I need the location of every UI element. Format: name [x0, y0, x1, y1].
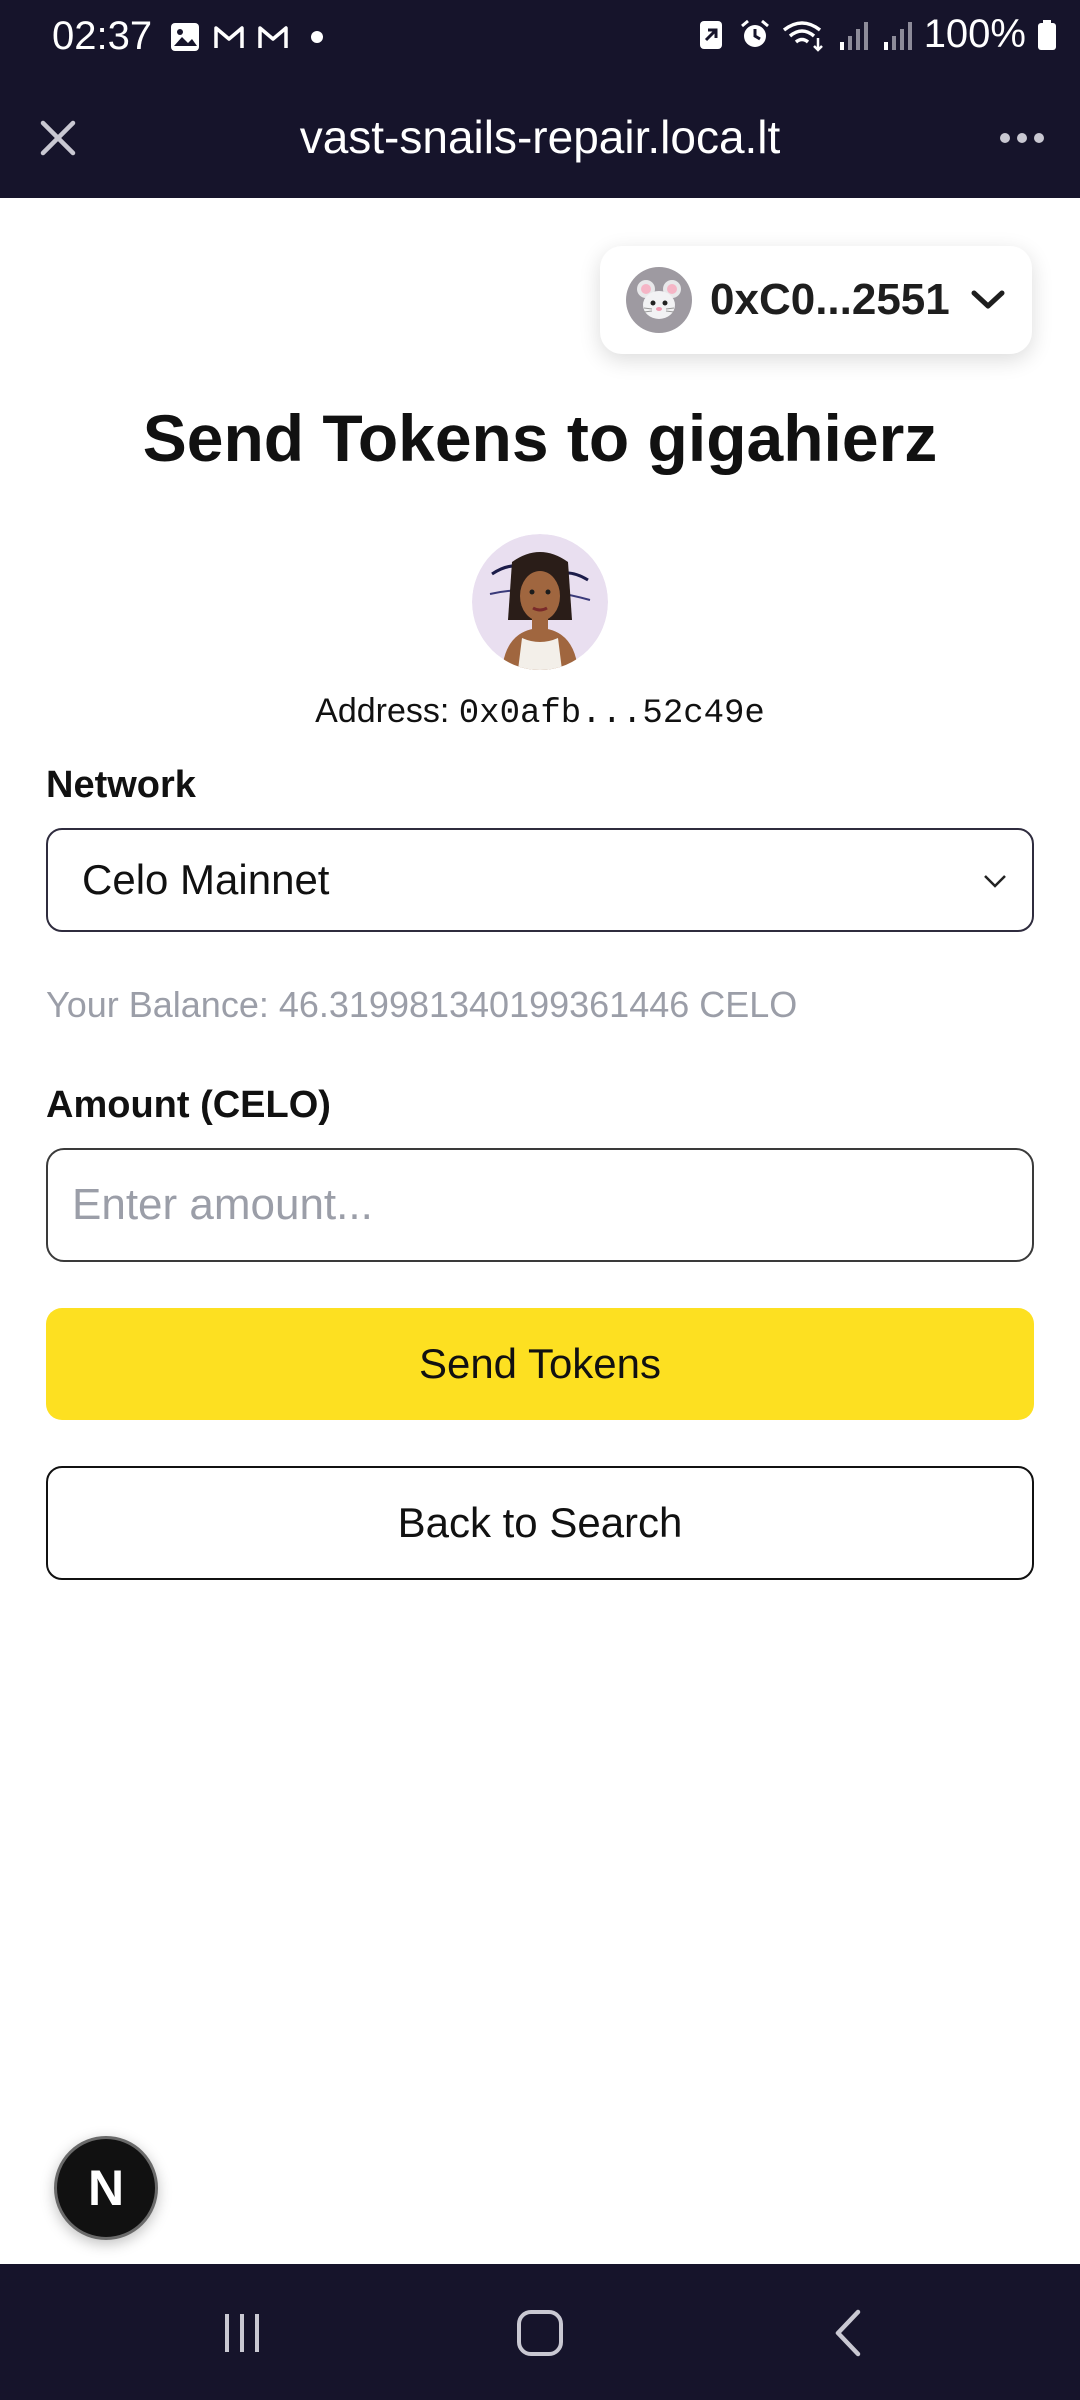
notification-icons — [168, 20, 334, 54]
wallet-address: 0xC0...2551 — [710, 275, 950, 324]
battery-percent: 100% — [923, 12, 1026, 56]
address-value: 0x0afb...52c49e — [458, 695, 765, 733]
wallet-avatar — [626, 267, 692, 333]
recipient-address: Address: 0x0afb...52c49e — [0, 692, 1080, 733]
home-icon — [517, 2310, 563, 2356]
profile-picture-icon — [472, 534, 608, 670]
back-button[interactable] — [808, 2298, 888, 2368]
wallet-account-button[interactable]: 0xC0...2551 — [600, 246, 1032, 354]
gmail-icon — [258, 26, 288, 48]
signal-icon — [883, 21, 912, 50]
browser-toolbar: vast-snails-repair.loca.lt — [0, 78, 1080, 198]
amount-label: Amount (CELO) — [46, 1084, 331, 1126]
nextjs-badge[interactable]: N — [54, 2136, 158, 2240]
chevron-down-icon — [968, 280, 1008, 320]
more-options-button[interactable] — [992, 108, 1052, 168]
back-to-search-button[interactable]: Back to Search — [46, 1466, 1034, 1580]
image-icon — [171, 23, 199, 51]
balance-text: Your Balance: 46.319981340199361446 CELO — [46, 984, 798, 1025]
recent-apps-icon — [225, 2314, 259, 2352]
amount-input[interactable] — [46, 1148, 1034, 1262]
badge-letter: N — [87, 2160, 125, 2216]
send-tokens-button[interactable]: Send Tokens — [46, 1308, 1034, 1420]
alarm-icon — [740, 19, 769, 47]
home-button[interactable] — [500, 2298, 580, 2368]
nfc-icon — [699, 20, 722, 49]
address-label: Address: — [315, 692, 459, 730]
recent-apps-button[interactable] — [202, 2298, 282, 2368]
signal-icon — [839, 21, 868, 50]
page-title: Send Tokens to gigahierz — [142, 401, 938, 475]
more-horizontal-icon — [1000, 133, 1044, 143]
status-time: 02:37 — [52, 14, 153, 58]
status-bar: 02:37 100% — [0, 0, 1080, 78]
network-select[interactable]: Celo Mainnet — [46, 828, 1034, 932]
system-navigation-bar — [0, 2264, 1080, 2400]
battery-icon — [1038, 19, 1056, 50]
gmail-icon — [214, 26, 244, 48]
mouse-emoji-icon — [637, 280, 681, 319]
wifi-icon — [782, 20, 823, 52]
network-selected-value: Celo Mainnet — [82, 856, 330, 903]
dot-icon — [311, 31, 323, 43]
network-label: Network — [46, 764, 196, 806]
chevron-down-icon — [984, 875, 1006, 888]
system-icons: 100% — [694, 12, 1058, 57]
recipient-avatar — [472, 534, 608, 670]
url-display: vast-snails-repair.loca.lt — [299, 111, 781, 163]
back-chevron-icon — [835, 2309, 861, 2357]
